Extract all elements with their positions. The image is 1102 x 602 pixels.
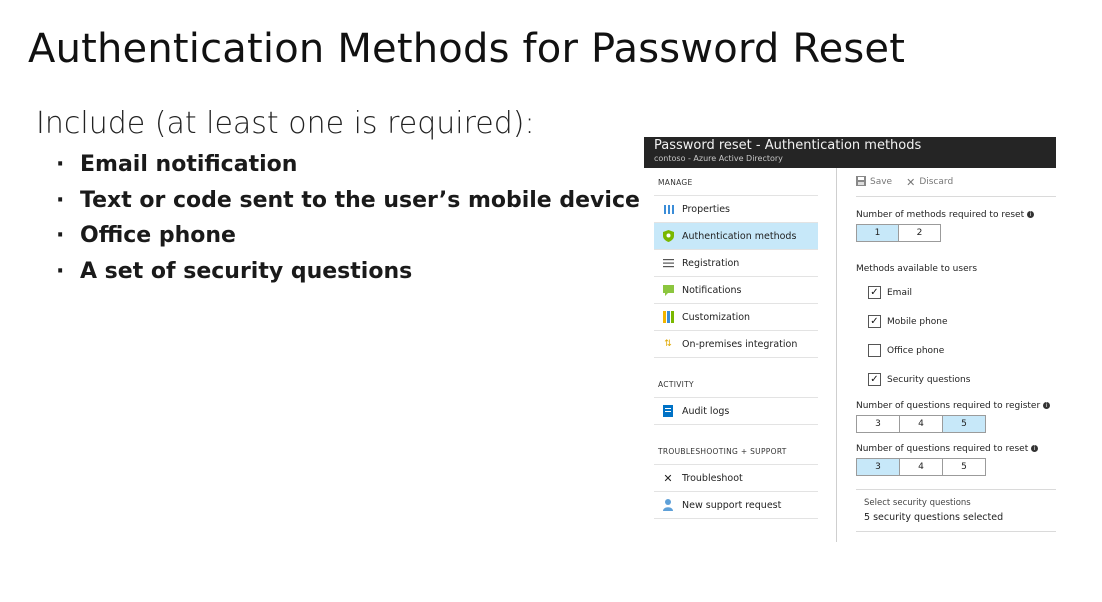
audit-log-icon — [662, 405, 674, 417]
save-button[interactable]: Save — [856, 175, 893, 189]
bullet-item: · Email notification — [56, 150, 640, 186]
nav-item-label: Authentication methods — [682, 230, 797, 242]
method-security-questions-label: Security questions — [887, 374, 971, 385]
azure-blade: Password reset - Authentication methods … — [644, 137, 1056, 545]
properties-icon — [662, 203, 674, 215]
tools-icon: ✕ — [663, 471, 673, 485]
bullet-item: · Text or code sent to the user’s mobile … — [56, 186, 640, 222]
blade-header: Password reset - Authentication methods … — [644, 137, 1056, 168]
questions-register-label: Number of questions required to register… — [856, 401, 1056, 411]
method-office-phone-checkbox[interactable] — [868, 344, 881, 357]
bullet-text: A set of security questions — [80, 258, 413, 284]
select-questions-value: 5 security questions selected — [864, 512, 1004, 523]
methods-required-label: Number of methods required to reset i — [856, 210, 1056, 220]
method-office-phone-row[interactable]: Office phone — [856, 336, 1056, 365]
method-security-questions-checkbox[interactable]: ✓ — [868, 373, 881, 386]
customization-icon — [662, 311, 674, 323]
method-mobile-phone-label: Mobile phone — [887, 316, 948, 327]
method-mobile-phone-row[interactable]: ✓ Mobile phone — [856, 307, 1056, 336]
questions-reset-option-3[interactable]: 3 — [856, 458, 900, 476]
questions-register-selector: 3 4 5 — [856, 415, 1056, 433]
nav-item-label: Customization — [682, 311, 751, 323]
nav-item-troubleshoot[interactable]: ✕ Troubleshoot — [654, 465, 818, 492]
nav-item-label: Notifications — [682, 284, 742, 296]
blade-divider — [836, 168, 837, 542]
bullet-text: Office phone — [80, 223, 236, 248]
methods-required-text: Number of methods required to reset — [856, 210, 1025, 220]
info-icon: i — [1031, 445, 1039, 452]
questions-register-text: Number of questions required to register — [856, 401, 1041, 411]
questions-register-option-4[interactable]: 4 — [899, 415, 943, 433]
save-label: Save — [870, 177, 893, 187]
notification-icon — [662, 284, 674, 296]
nav-item-on-premises-integration[interactable]: ⇅ On-premises integration — [654, 331, 818, 358]
questions-reset-option-5[interactable]: 5 — [942, 458, 986, 476]
questions-reset-selector: 3 4 5 — [856, 458, 1056, 476]
nav-section-activity: ACTIVITY — [654, 370, 818, 398]
method-email-label: Email — [887, 287, 912, 298]
nav-item-registration[interactable]: Registration — [654, 250, 818, 277]
methods-available-label: Methods available to users — [856, 264, 978, 274]
blade-title: Password reset - Authentication methods — [654, 138, 922, 153]
nav-item-label: Troubleshoot — [682, 472, 743, 484]
method-email-checkbox[interactable]: ✓ — [868, 286, 881, 299]
bullet-dot: · — [56, 187, 65, 213]
shield-icon — [662, 230, 674, 242]
discard-button[interactable]: ✕ Discard — [906, 176, 953, 189]
questions-register-option-3[interactable]: 3 — [856, 415, 900, 433]
discard-icon: ✕ — [906, 175, 916, 189]
method-office-phone-label: Office phone — [887, 345, 945, 356]
methods-required-option-2[interactable]: 2 — [898, 224, 941, 242]
nav-item-label: Properties — [682, 203, 731, 215]
questions-register-option-5[interactable]: 5 — [942, 415, 986, 433]
nav-item-customization[interactable]: Customization — [654, 304, 818, 331]
bullet-dot: · — [56, 152, 65, 177]
blade-content: Save ✕ Discard Number of methods require… — [856, 168, 1056, 532]
nav-item-audit-logs[interactable]: Audit logs — [654, 398, 818, 425]
method-mobile-phone-checkbox[interactable]: ✓ — [868, 315, 881, 328]
info-icon: i — [1027, 211, 1035, 218]
toolbar: Save ✕ Discard — [856, 168, 1056, 197]
discard-label: Discard — [919, 177, 954, 187]
select-security-questions[interactable]: Select security questions 5 security que… — [856, 489, 1056, 532]
nav-item-label: Audit logs — [682, 405, 730, 417]
sync-icon: ⇅ — [664, 339, 672, 349]
method-security-questions-row[interactable]: ✓ Security questions — [856, 365, 1056, 394]
blade-subtitle: contoso - Azure Active Directory — [654, 154, 783, 163]
nav-item-properties[interactable]: Properties — [654, 196, 818, 223]
bullet-dot: · — [56, 223, 65, 248]
bullet-list: · Email notification · Text or code sent t… — [56, 150, 640, 292]
bullet-text: Text or code sent to the user’s mobile d… — [80, 187, 640, 213]
questions-reset-option-4[interactable]: 4 — [899, 458, 943, 476]
nav-item-label: Registration — [682, 257, 740, 269]
list-icon — [662, 257, 674, 269]
blade-nav: MANAGE Properties Authentication methods… — [654, 168, 818, 519]
bullet-dot: · — [56, 258, 65, 284]
bullet-item: · A set of security questions — [56, 257, 640, 293]
nav-item-new-support-request[interactable]: New support request — [654, 492, 818, 519]
nav-item-authentication-methods[interactable]: Authentication methods — [654, 223, 818, 250]
method-email-row[interactable]: ✓ Email — [856, 278, 1056, 307]
slide-title: Authentication Methods for Password Rese… — [28, 26, 906, 72]
nav-item-label: New support request — [682, 499, 782, 511]
save-icon — [856, 175, 866, 189]
select-questions-label: Select security questions — [864, 498, 971, 508]
questions-reset-text: Number of questions required to reset — [856, 444, 1029, 454]
methods-required-selector: 1 2 — [856, 224, 1056, 242]
questions-reset-label: Number of questions required to reset i — [856, 444, 1056, 454]
bullet-item: · Office phone — [56, 221, 640, 257]
bullet-text: Email notification — [80, 152, 298, 177]
nav-section-manage: MANAGE — [654, 168, 818, 196]
nav-item-label: On-premises integration — [682, 338, 798, 350]
info-icon: i — [1043, 402, 1051, 409]
support-person-icon — [662, 499, 674, 511]
nav-item-notifications[interactable]: Notifications — [654, 277, 818, 304]
nav-section-support: TROUBLESHOOTING + SUPPORT — [654, 437, 818, 465]
slide-subtitle: Include (at least one is required): — [36, 106, 535, 141]
methods-required-option-1[interactable]: 1 — [856, 224, 899, 242]
